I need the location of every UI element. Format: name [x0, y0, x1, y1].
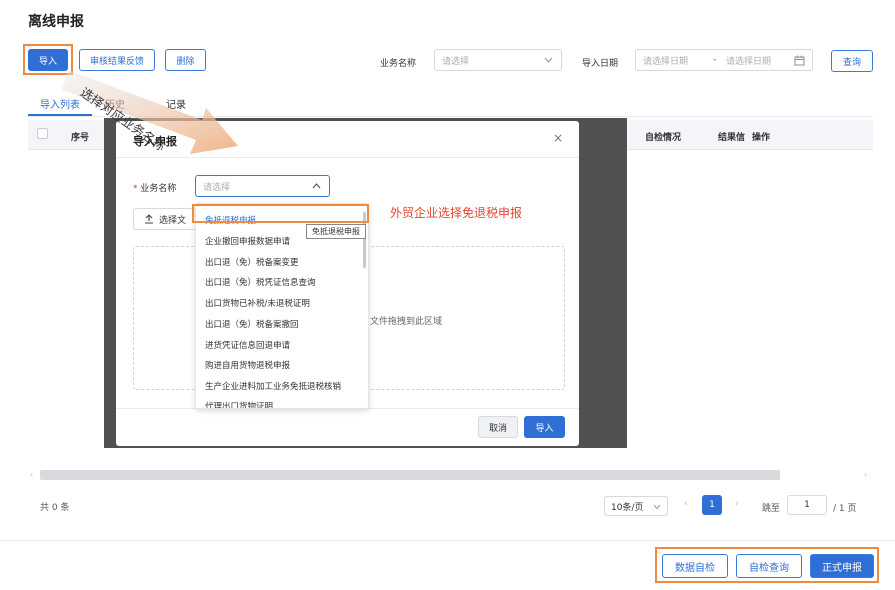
dropdown-option[interactable]: 购进自用货物退税申报: [205, 359, 290, 371]
biz-name-label: 业务名称: [380, 59, 417, 69]
col-self-check: 自检情况: [645, 133, 682, 143]
data-self-check-button[interactable]: 数据自检: [662, 554, 728, 578]
modal-biz-name-select[interactable]: 请选择: [195, 175, 330, 197]
date-separator: -: [713, 55, 717, 65]
formal-submit-button[interactable]: 正式申报: [810, 554, 874, 578]
chevron-left-icon[interactable]: ‹: [684, 499, 688, 509]
dropdown-option[interactable]: 企业撤回申报数据申请: [205, 235, 290, 247]
current-page[interactable]: 1: [702, 495, 722, 515]
page-size-select[interactable]: 10条/页: [604, 496, 668, 516]
total-pages: / 1 页: [833, 504, 857, 514]
dropdown-option[interactable]: 进货凭证信息回退申请: [205, 339, 290, 351]
modal-cancel-button[interactable]: 取消: [478, 416, 518, 438]
select-all-checkbox[interactable]: [37, 128, 48, 139]
date-end-placeholder[interactable]: 请选择日期: [726, 54, 771, 67]
self-check-query-button[interactable]: 自检查询: [736, 554, 802, 578]
scroll-left-icon[interactable]: ‹: [30, 470, 33, 479]
dropzone-text: 文件拖拽到此区域: [370, 317, 443, 327]
dropdown-option[interactable]: 出口退（免）税备案变更: [205, 256, 299, 268]
dropdown-option[interactable]: 出口退（免）税凭证信息查询: [205, 276, 316, 288]
col-actions: 操作: [752, 133, 771, 143]
dropdown-scrollbar[interactable]: [363, 212, 366, 268]
horizontal-scrollbar[interactable]: [40, 470, 780, 480]
offline-declaration-page: 离线申报 导入 审核结果反馈 删除 业务名称 请选择 导入日期 请选择日期 - …: [0, 0, 895, 590]
dropdown-option[interactable]: 代理出口货物证明: [205, 400, 273, 408]
modal-biz-name-text: 业务名称: [140, 184, 177, 194]
goto-page-input[interactable]: 1: [787, 495, 827, 515]
import-date-range[interactable]: 请选择日期 - 请选择日期: [635, 49, 813, 71]
dropdown-option[interactable]: 生产企业进料加工业务免抵退税核销: [205, 380, 341, 392]
chevron-up-icon: [312, 183, 321, 189]
total-count: 共 0 条: [40, 503, 70, 513]
dropdown-option[interactable]: 出口货物已补税/未退税证明: [205, 297, 310, 309]
scroll-right-icon[interactable]: ›: [864, 470, 867, 479]
page-title: 离线申报: [28, 14, 84, 30]
chevron-right-icon[interactable]: ›: [735, 499, 739, 509]
chevron-down-icon: [544, 57, 553, 63]
option-tooltip: 免抵退税申报: [306, 224, 366, 239]
biz-name-select[interactable]: 请选择: [434, 49, 562, 71]
upload-file-label: 选择文: [159, 215, 187, 226]
page-size-value: 10条/页: [611, 502, 644, 513]
chevron-down-icon: [653, 504, 661, 510]
required-mark: *: [133, 184, 138, 194]
footer-divider: [0, 540, 895, 541]
biz-name-placeholder: 请选择: [442, 56, 470, 67]
col-result: 结果信: [718, 133, 746, 143]
modal-biz-name-label: * 业务名称: [133, 181, 176, 194]
query-button[interactable]: 查询: [831, 50, 873, 72]
import-date-label: 导入日期: [582, 59, 619, 69]
goto-label: 跳至: [762, 504, 781, 514]
upload-icon: [145, 214, 153, 224]
modal-import-button[interactable]: 导入: [524, 416, 565, 438]
dropdown-option[interactable]: 出口退（免）税备案撤回: [205, 318, 299, 330]
close-icon[interactable]: ×: [553, 131, 563, 145]
upload-file-button[interactable]: 选择文: [133, 208, 203, 230]
red-annotation: 外贸企业选择免退税申报: [390, 206, 523, 220]
dropdown-option[interactable]: 免抵退税申报: [205, 214, 256, 226]
calendar-icon: [794, 55, 805, 66]
date-start-placeholder[interactable]: 请选择日期: [643, 54, 688, 67]
modal-biz-name-placeholder: 请选择: [203, 182, 231, 193]
